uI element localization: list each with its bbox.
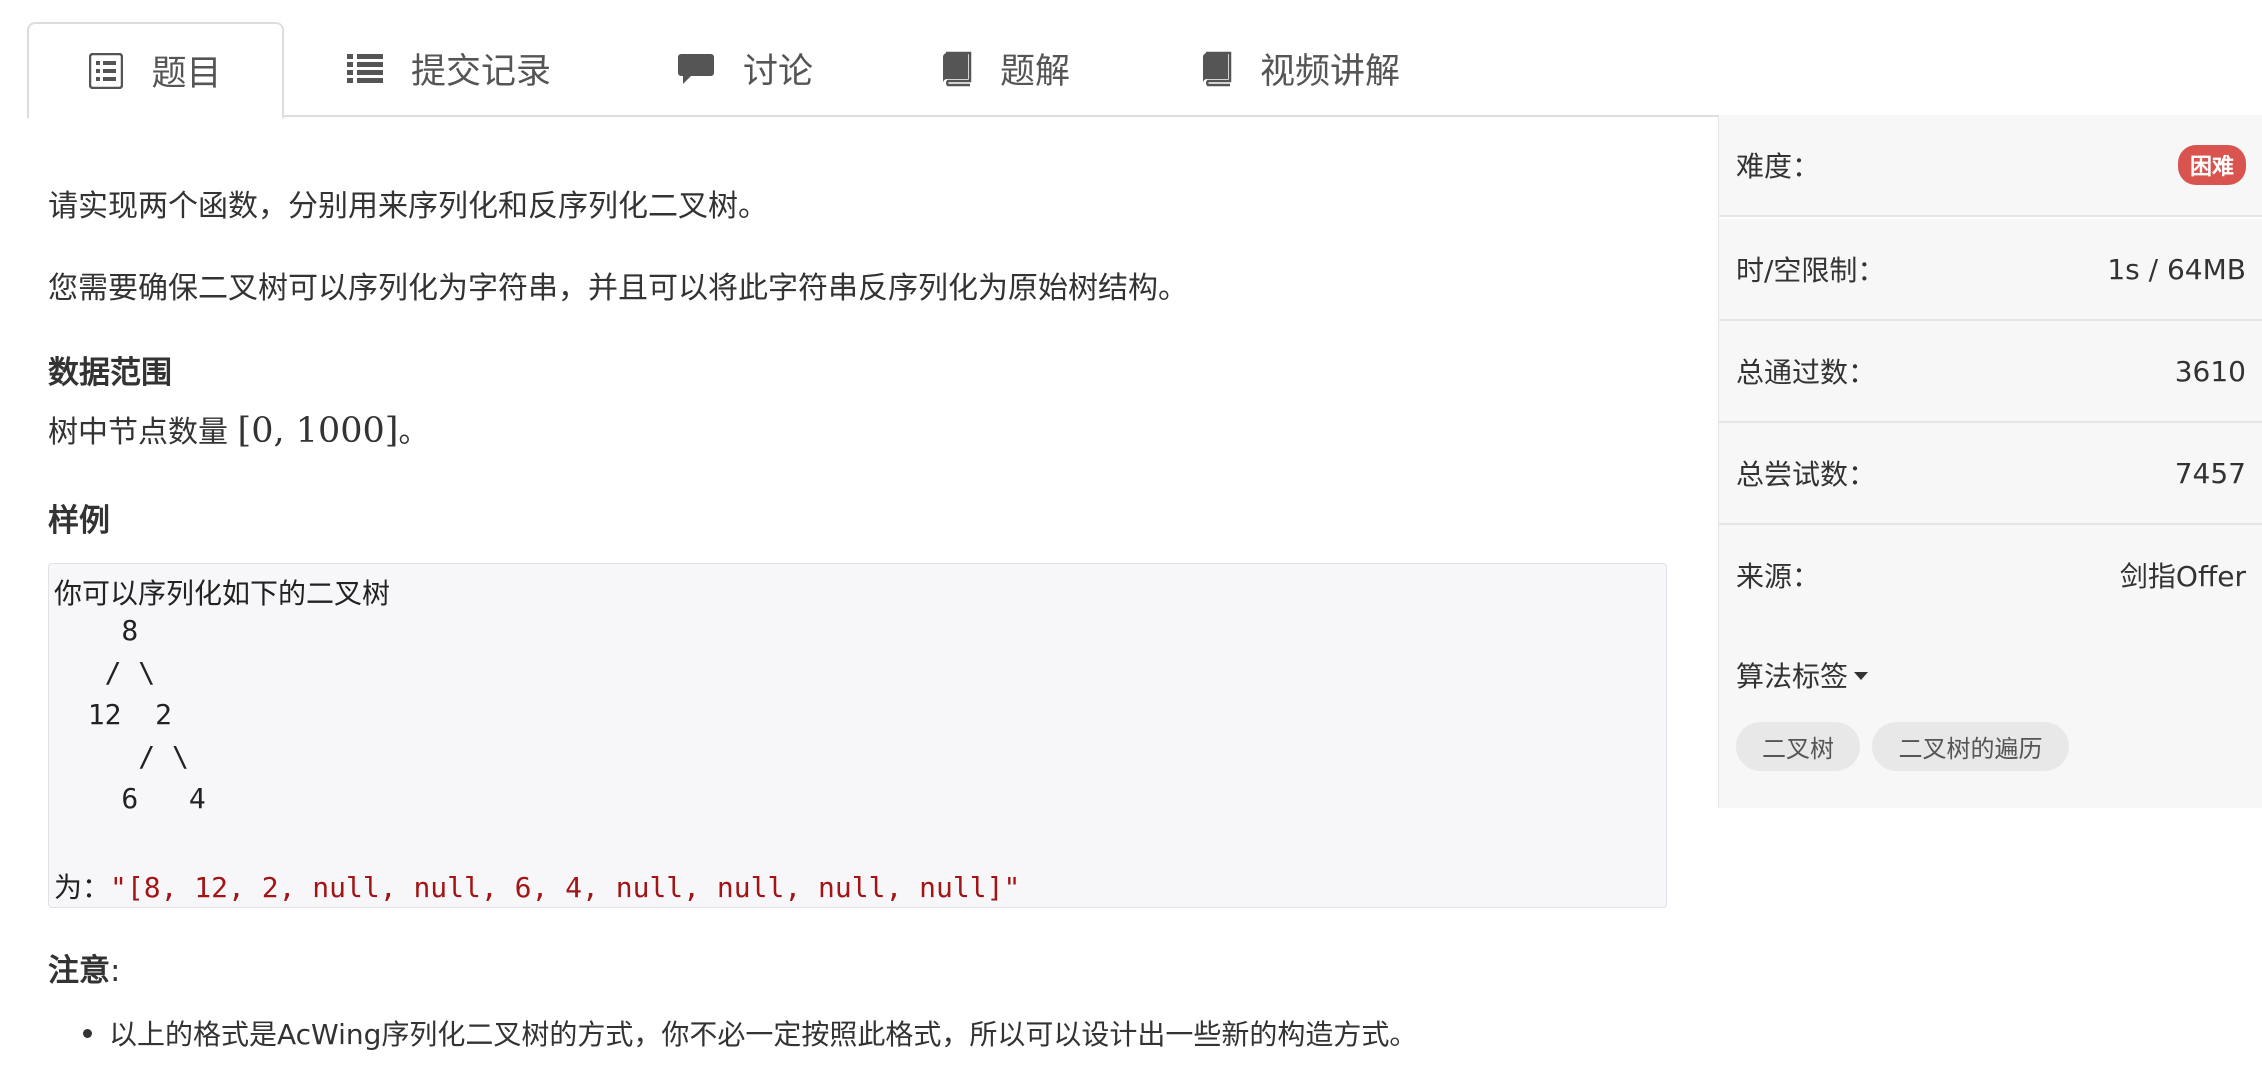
attempts-label: 总尝试数： (1736, 458, 1877, 491)
limit-label: 时/空限制： (1736, 254, 1886, 287)
difficulty-badge: 困难 (2177, 145, 2246, 185)
book-icon (940, 51, 972, 87)
range-text: 树中节点数量 [0, 1000]。 (48, 407, 428, 451)
tag-tree-traversal[interactable]: 二叉树的遍历 (1872, 722, 2069, 771)
tab-discussion-label: 讨论 (743, 52, 814, 92)
result-prefix: 为： (54, 871, 111, 904)
note-heading-text: 注意 (48, 953, 110, 989)
tab-discussion[interactable]: 讨论 (677, 22, 813, 115)
tab-solutions[interactable]: 题解 (940, 22, 1070, 115)
book-icon (1200, 51, 1232, 87)
list-icon (347, 53, 383, 85)
note-heading: 注意: (48, 945, 120, 990)
document-list-icon (89, 52, 124, 89)
tree-line: 8 (54, 614, 139, 647)
limit-value: 1s / 64MB (2107, 252, 2246, 286)
list-item: 以上的格式是AcWing序列化二叉树的方式，你不必一定按照此格式，所以可以设计出… (48, 1013, 1417, 1053)
tab-solutions-label: 题解 (1000, 52, 1071, 92)
difficulty-label: 难度： (1736, 150, 1821, 183)
problem-intro: 请实现两个函数，分别用来序列化和反序列化二叉树。 (48, 189, 768, 224)
code-result-line: 为："[8, 12, 2, null, null, 6, 4, null, nu… (54, 866, 1020, 906)
note-list: 以上的格式是AcWing序列化二叉树的方式，你不必一定按照此格式，所以可以设计出… (48, 1013, 1417, 1053)
tags-toggle[interactable]: 算法标签 (1736, 655, 1869, 695)
tree-line: 6 4 (54, 782, 206, 815)
note-heading-colon: : (110, 953, 121, 989)
range-prefix: 树中节点数量 (48, 415, 238, 450)
tree-line: / \ (54, 656, 156, 689)
tab-problem[interactable]: 题目 (27, 22, 284, 119)
passed-label: 总通过数： (1736, 356, 1877, 389)
result-string: "[8, 12, 2, null, null, 6, 4, null, null… (110, 871, 1021, 904)
source-row: 来源： 剑指Offer (1719, 525, 2262, 627)
range-heading: 数据范围 (48, 355, 172, 391)
limit-row: 时/空限制： 1s / 64MB (1719, 219, 2262, 321)
range-math: [0, 1000] (237, 411, 399, 451)
problem-description: 您需要确保二叉树可以序列化为字符串，并且可以将此字符串反序列化为原始树结构。 (48, 271, 1188, 306)
tab-problem-label: 题目 (151, 54, 222, 94)
sample-heading: 样例 (48, 503, 110, 539)
tree-line: / \ (54, 740, 189, 773)
tags-title: 算法标签 (1736, 660, 1849, 693)
attempts-row: 总尝试数： 7457 (1719, 423, 2262, 525)
source-value: 剑指Offer (2119, 560, 2246, 593)
attempts-value: 7457 (2174, 456, 2246, 490)
caret-down-icon (1854, 672, 1869, 680)
sample-code-block: 你可以序列化如下的二叉树 8 / \ 12 2 / \ 6 4 为："[8, 1… (48, 563, 1667, 908)
tags-section: 算法标签 二叉树 二叉树的遍历 (1719, 625, 2262, 808)
code-intro-line: 你可以序列化如下的二叉树 (54, 577, 391, 610)
passed-value: 3610 (2174, 354, 2246, 388)
range-suffix: 。 (398, 415, 429, 450)
problem-tabs: 题目 提交记录 讨论 题解 视频讲解 (27, 22, 2262, 119)
tag-binary-tree[interactable]: 二叉树 (1736, 722, 1860, 771)
tab-video-label: 视频讲解 (1260, 52, 1401, 92)
passed-row: 总通过数： 3610 (1719, 321, 2262, 423)
tab-submissions-label: 提交记录 (411, 52, 552, 92)
tab-submissions[interactable]: 提交记录 (347, 22, 551, 115)
difficulty-row: 难度： 困难 (1719, 115, 2262, 217)
problem-info-sidebar: 难度： 困难 时/空限制： 1s / 64MB 总通过数： 3610 总尝试数：… (1718, 115, 2262, 808)
comment-icon (677, 53, 715, 85)
tab-video[interactable]: 视频讲解 (1200, 22, 1400, 115)
source-label: 来源： (1736, 560, 1821, 593)
tree-line: 12 2 (54, 698, 173, 731)
